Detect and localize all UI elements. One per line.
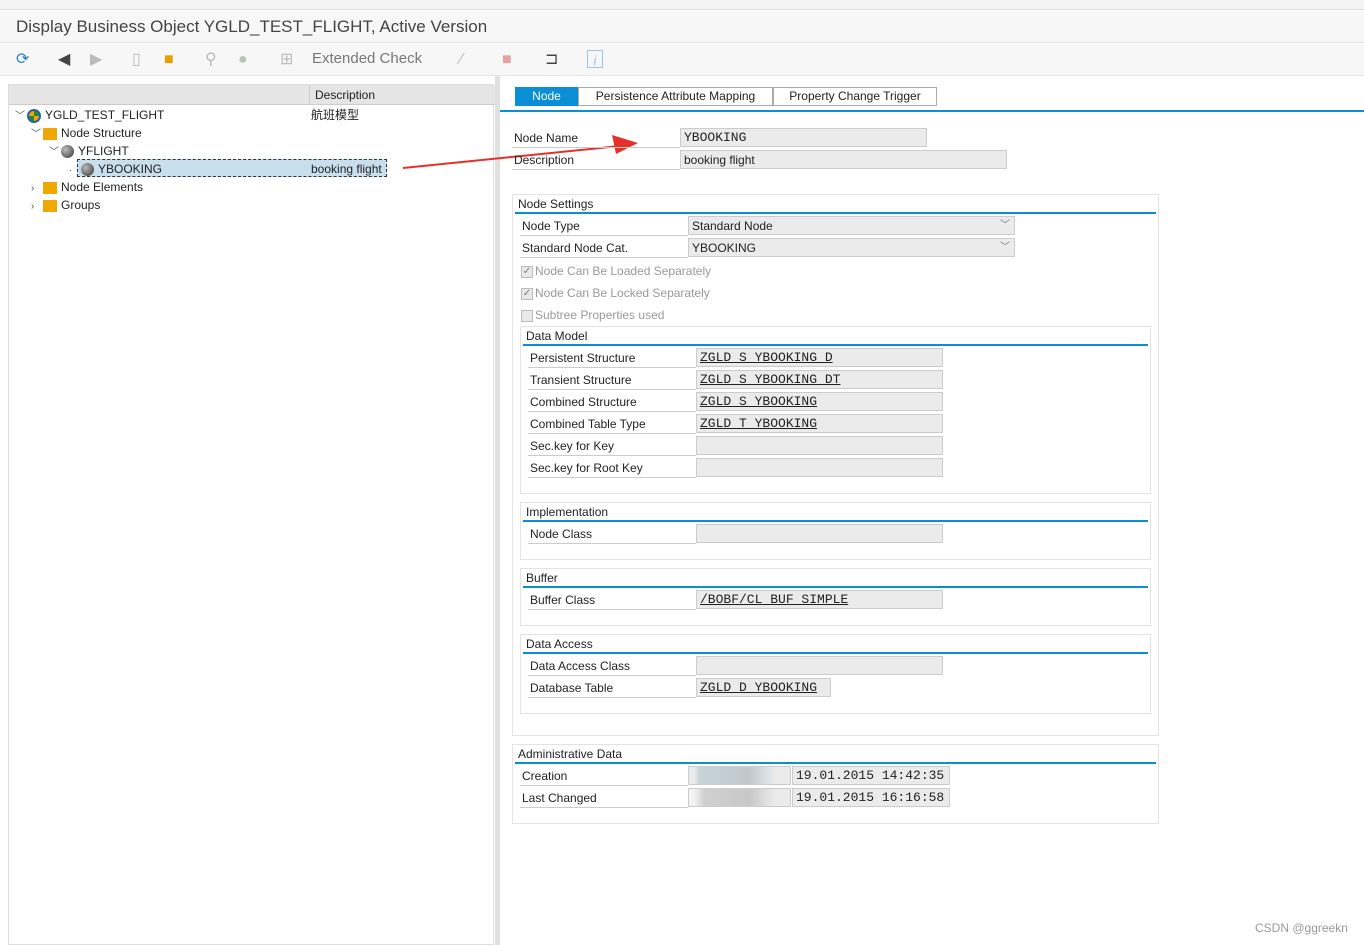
standard-node-cat-label: Standard Node Cat. bbox=[520, 238, 688, 258]
folder-icon bbox=[43, 181, 57, 194]
loaded-separately-checkbox[interactable]: ✓ Node Can Be Loaded Separately bbox=[521, 262, 711, 280]
open-folder-icon[interactable]: ■ bbox=[164, 50, 174, 70]
extended-check-button[interactable]: Extended Check bbox=[312, 50, 422, 67]
tree-node-label: Groups bbox=[61, 198, 101, 212]
tree-node-ybooking[interactable]: · YBOOKING bbox=[69, 160, 162, 178]
last-changed-timestamp: 19.01.2015 16:16:58 bbox=[792, 788, 950, 807]
test-icon[interactable]: ⊐ bbox=[545, 50, 558, 70]
folder-open-icon bbox=[43, 127, 57, 140]
group-title: Administrative Data bbox=[518, 747, 623, 761]
data-model-field[interactable]: ZGLD_S_YBOOKING_D bbox=[696, 348, 943, 367]
tree-node-desc: booking flight bbox=[311, 162, 382, 176]
data-model-label: Combined Structure bbox=[528, 392, 696, 412]
description-label: Description bbox=[512, 150, 680, 170]
group-title: Buffer bbox=[526, 571, 558, 585]
data-model-label: Combined Table Type bbox=[528, 414, 696, 434]
folder-icon bbox=[43, 199, 57, 212]
data-model-field[interactable] bbox=[696, 436, 943, 455]
data-model-label: Sec.key for Key bbox=[528, 436, 696, 456]
node-icon bbox=[61, 145, 74, 159]
forward-arrow-icon[interactable]: ▶ bbox=[90, 50, 102, 70]
standard-node-cat-value: YBOOKING bbox=[692, 241, 757, 255]
checkbox-box bbox=[521, 309, 533, 322]
checkmark-icon: ✓ bbox=[521, 265, 533, 278]
node-type-label: Node Type bbox=[520, 216, 688, 236]
new-document-icon[interactable]: ▯ bbox=[132, 50, 141, 70]
group-title: Node Settings bbox=[518, 197, 594, 211]
transport-icon[interactable]: ■ bbox=[502, 50, 512, 70]
data-access-class-field[interactable] bbox=[696, 656, 943, 675]
tree-node-label: Node Structure bbox=[61, 126, 142, 140]
tree-node-yflight[interactable]: ﹀ YFLIGHT bbox=[49, 142, 129, 160]
data-model-label: Persistent Structure bbox=[528, 348, 696, 368]
group-title: Data Model bbox=[526, 329, 588, 343]
node-type-value: Standard Node bbox=[692, 219, 773, 233]
application-toolbar: ⟳ ◀ ▶ ▯ ■ ⚲ ● ⊞ Extended Check ⁄ ■ ⊐ i bbox=[0, 44, 1364, 76]
tree-header: Description bbox=[9, 85, 495, 105]
back-arrow-icon[interactable]: ◀ bbox=[58, 50, 70, 70]
node-name-label: Node Name bbox=[512, 128, 680, 148]
business-object-icon bbox=[27, 108, 41, 123]
database-table-field[interactable]: ZGLD_D_YBOOKING bbox=[696, 678, 831, 697]
data-model-label: Sec.key for Root Key bbox=[528, 458, 696, 478]
node-type-select[interactable]: Standard Node ﹀ bbox=[688, 216, 1015, 235]
data-model-label: Transient Structure bbox=[528, 370, 696, 390]
title-bar: Display Business Object YGLD_TEST_FLIGHT… bbox=[0, 11, 1364, 43]
tab-node[interactable]: Node bbox=[515, 87, 578, 106]
data-model-field[interactable]: ZGLD_S_YBOOKING_DT bbox=[696, 370, 943, 389]
buffer-class-field[interactable]: /BOBF/CL_BUF_SIMPLE bbox=[696, 590, 943, 609]
subtree-properties-checkbox[interactable]: Subtree Properties used bbox=[521, 306, 664, 324]
check-icon[interactable]: ● bbox=[238, 50, 248, 70]
object-tree: Description ﹀ YGLD_TEST_FLIGHT 航班模型 ﹀ Node… bbox=[8, 84, 495, 945]
checkbox-label: Subtree Properties used bbox=[535, 308, 665, 322]
node-class-label: Node Class bbox=[528, 524, 696, 544]
tree-node-label: YGLD_TEST_FLIGHT bbox=[45, 108, 165, 122]
standard-node-cat-select[interactable]: YBOOKING ﹀ bbox=[688, 238, 1015, 257]
checkbox-label: Node Can Be Loaded Separately bbox=[535, 264, 712, 278]
chevron-down-icon: ﹀ bbox=[1000, 242, 1010, 253]
data-model-field[interactable]: ZGLD_S_YBOOKING bbox=[696, 392, 943, 411]
buffer-class-label: Buffer Class bbox=[528, 590, 696, 610]
creation-timestamp: 19.01.2015 14:42:35 bbox=[792, 766, 950, 785]
hierarchy-icon[interactable]: ⊞ bbox=[280, 50, 293, 70]
tree-node-label: YFLIGHT bbox=[78, 144, 129, 158]
tree-node-node-elements[interactable]: › Node Elements bbox=[31, 178, 143, 196]
checkmark-icon: ✓ bbox=[521, 287, 533, 300]
tree-node-root[interactable]: ﹀ YGLD_TEST_FLIGHT bbox=[15, 106, 164, 124]
watermark: CSDN @ggreekn bbox=[1255, 921, 1348, 935]
tree-node-desc: 航班模型 bbox=[311, 108, 360, 122]
creation-label: Creation bbox=[520, 766, 688, 786]
tree-node-label: YBOOKING bbox=[98, 162, 163, 176]
locked-separately-checkbox[interactable]: ✓ Node Can Be Locked Separately bbox=[521, 284, 710, 302]
where-used-icon[interactable]: ⚲ bbox=[205, 50, 217, 70]
magic-wand-icon[interactable]: ⁄ bbox=[460, 50, 463, 70]
node-class-field[interactable] bbox=[696, 524, 943, 543]
tree-node-groups[interactable]: › Groups bbox=[31, 196, 100, 214]
node-name-field[interactable]: YBOOKING bbox=[680, 128, 927, 147]
description-column-header[interactable]: Description bbox=[309, 85, 380, 105]
refresh-icon[interactable]: ⟳ bbox=[16, 50, 29, 70]
tab-property-change-trigger[interactable]: Property Change Trigger bbox=[773, 87, 937, 106]
tab-underline bbox=[500, 110, 1364, 112]
checkbox-label: Node Can Be Locked Separately bbox=[535, 286, 710, 300]
info-icon[interactable]: i bbox=[587, 50, 603, 68]
tab-persistence-attribute-mapping[interactable]: Persistence Attribute Mapping bbox=[578, 87, 773, 106]
pane-splitter[interactable] bbox=[495, 76, 500, 945]
description-field[interactable]: booking flight bbox=[680, 150, 1007, 169]
creation-user-blurred bbox=[688, 766, 791, 785]
chevron-down-icon: ﹀ bbox=[1000, 220, 1010, 231]
database-table-label: Database Table bbox=[528, 678, 696, 698]
system-toolbar bbox=[0, 0, 1364, 10]
last-changed-user-blurred bbox=[688, 788, 791, 807]
group-title: Implementation bbox=[526, 505, 609, 519]
node-icon bbox=[81, 163, 94, 177]
data-access-class-label: Data Access Class bbox=[528, 656, 696, 676]
data-model-field[interactable]: ZGLD_T_YBOOKING bbox=[696, 414, 943, 433]
tree-node-node-structure[interactable]: ﹀ Node Structure bbox=[31, 124, 142, 142]
group-title: Data Access bbox=[526, 637, 593, 651]
data-model-field[interactable] bbox=[696, 458, 943, 477]
last-changed-label: Last Changed bbox=[520, 788, 688, 808]
tree-node-label: Node Elements bbox=[61, 180, 144, 194]
window-title: Display Business Object YGLD_TEST_FLIGHT… bbox=[16, 17, 488, 36]
